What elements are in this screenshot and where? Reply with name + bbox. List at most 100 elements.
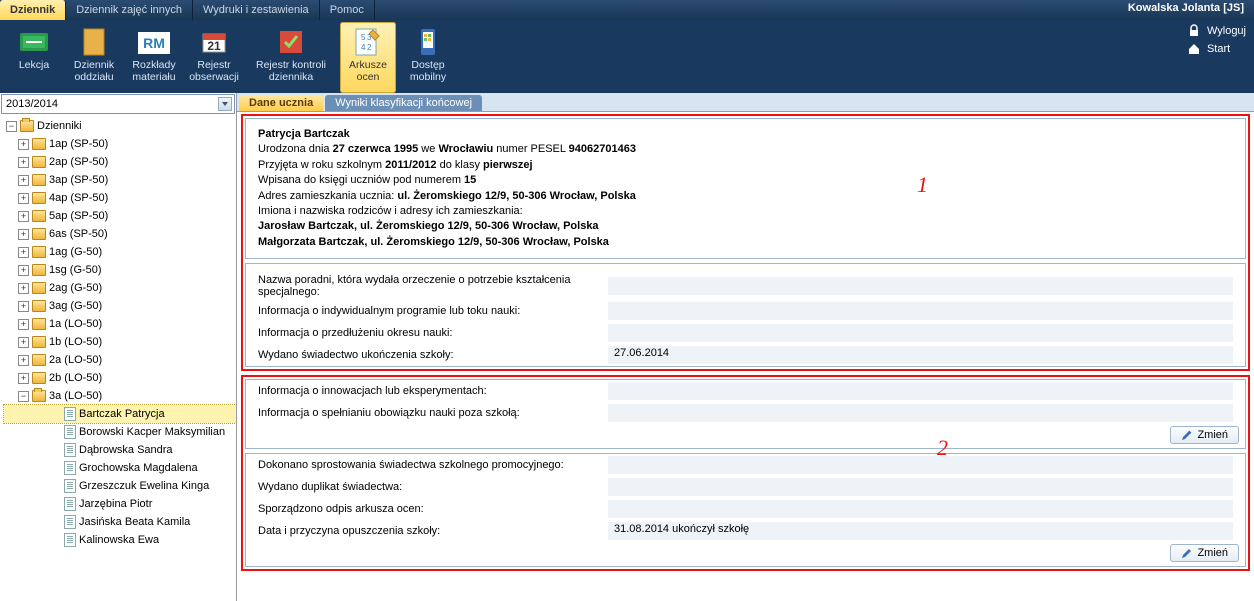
tree-node[interactable]: +1ap (SP-50): [4, 135, 236, 153]
born-prefix: Urodzona dnia: [258, 143, 333, 155]
ribbon-btn-0[interactable]: Lekcja: [6, 22, 62, 93]
student-info-panel: Patrycja Bartczak Urodzona dnia 27 czerw…: [245, 118, 1246, 259]
folder-icon: [32, 336, 46, 348]
school-year-select[interactable]: 2013/2014: [1, 94, 235, 114]
tree-node[interactable]: +5ap (SP-50): [4, 207, 236, 225]
tree-label: Jarzębina Piotr: [79, 498, 152, 510]
born-mid: we: [418, 143, 438, 155]
kv-value: 27.06.2014: [608, 346, 1233, 364]
menu-tab-pomoc[interactable]: Pomoc: [320, 0, 375, 20]
folder-open-icon: [32, 390, 46, 402]
ribbon-btn-1[interactable]: Dziennik oddziału: [66, 22, 122, 93]
ribbon-btn-5[interactable]: 5342Arkusze ocen: [340, 22, 396, 93]
tree-student[interactable]: Jarzębina Piotr: [4, 495, 236, 513]
tree-label: 1ag (G-50): [49, 246, 102, 258]
expand-icon[interactable]: +: [18, 193, 29, 204]
ribbon-btn-6[interactable]: Dostęp mobilny: [400, 22, 456, 93]
tree-node[interactable]: +1b (LO-50): [4, 333, 236, 351]
ribbon-btn-2[interactable]: RMRozkłady materiału: [126, 22, 182, 93]
menu-tab-inne[interactable]: Dziennik zajęć innych: [66, 0, 193, 20]
pencil-icon: [1181, 429, 1193, 441]
folder-icon: [32, 210, 46, 222]
lesson-icon: [18, 26, 50, 58]
ribbon: Lekcja Dziennik oddziałuRMRozkłady materi…: [0, 20, 1254, 93]
page-icon: [64, 497, 76, 511]
folder-open-icon: [20, 120, 34, 132]
expand-icon[interactable]: +: [18, 355, 29, 366]
tree-node[interactable]: +3ap (SP-50): [4, 171, 236, 189]
content-scroll[interactable]: 1 Patrycja Bartczak Urodzona dnia 27 cze…: [237, 112, 1254, 601]
tree-node[interactable]: +2a (LO-50): [4, 351, 236, 369]
expand-icon[interactable]: +: [18, 319, 29, 330]
sidebar: 2013/2014 −Dzienniki+1ap (SP-50)+2ap (SP…: [0, 93, 237, 601]
pencil-icon: [1181, 547, 1193, 559]
expand-icon[interactable]: +: [18, 175, 29, 186]
expand-icon[interactable]: +: [18, 283, 29, 294]
tree-student[interactable]: Bartczak Patrycja: [4, 405, 236, 423]
expand-icon[interactable]: +: [18, 301, 29, 312]
tree-node[interactable]: −3a (LO-50): [4, 387, 236, 405]
edit-button-sec4[interactable]: Zmień: [1170, 544, 1239, 562]
folder-icon: [32, 138, 46, 150]
tree-student[interactable]: Kalinowska Ewa: [4, 531, 236, 549]
tree-student[interactable]: Borowski Kacper Maksymilian: [4, 423, 236, 441]
menu-tab-wydruki[interactable]: Wydruki i zestawienia: [193, 0, 320, 20]
expand-icon[interactable]: +: [18, 211, 29, 222]
tree-student[interactable]: Jasińska Beata Kamila: [4, 513, 236, 531]
edit-button-sec3[interactable]: Zmień: [1170, 426, 1239, 444]
tree-node[interactable]: +3ag (G-50): [4, 297, 236, 315]
expand-icon[interactable]: +: [18, 265, 29, 276]
tree-student[interactable]: Dąbrowska Sandra: [4, 441, 236, 459]
tree-node[interactable]: +1ag (G-50): [4, 243, 236, 261]
expand-icon[interactable]: +: [18, 157, 29, 168]
ribbon-btn-4[interactable]: Rejestr kontroli dziennika: [246, 22, 336, 93]
menu-tab-dziennik[interactable]: Dziennik: [0, 0, 66, 20]
expand-icon[interactable]: +: [18, 337, 29, 348]
kv-key: Sporządzono odpis arkusza ocen:: [258, 503, 608, 515]
subtab-wyniki[interactable]: Wyniki klasyfikacji końcowej: [325, 95, 482, 111]
tree-node[interactable]: +1sg (G-50): [4, 261, 236, 279]
ribbon-btn-label: Lekcja: [19, 60, 49, 72]
start-label: Start: [1207, 43, 1230, 55]
grades-icon: 5342: [352, 26, 384, 58]
expand-icon[interactable]: +: [18, 229, 29, 240]
tree-student[interactable]: Grzeszczuk Ewelina Kinga: [4, 477, 236, 495]
home-icon: [1187, 42, 1201, 56]
book-no: 15: [464, 174, 476, 186]
ribbon-btn-3[interactable]: 21Rejestr obserwacji: [186, 22, 242, 93]
tree-node[interactable]: +6as (SP-50): [4, 225, 236, 243]
admit-year: 2011/2012: [385, 159, 436, 171]
kv-row: Dokonano sprostowania świadectwa szkolne…: [246, 454, 1245, 476]
page-icon: [64, 407, 76, 421]
tree-node[interactable]: +2b (LO-50): [4, 369, 236, 387]
kv-value: [608, 404, 1233, 422]
subtab-dane-ucznia[interactable]: Dane ucznia: [239, 95, 323, 111]
kv-value: [608, 478, 1233, 496]
expand-icon[interactable]: +: [18, 247, 29, 258]
logout-link[interactable]: Wyloguj: [1187, 24, 1246, 38]
expand-icon[interactable]: +: [18, 373, 29, 384]
kv-value: 31.08.2014 ukończył szkołę: [608, 522, 1233, 540]
tree-student[interactable]: Grochowska Magdalena: [4, 459, 236, 477]
tree[interactable]: −Dzienniki+1ap (SP-50)+2ap (SP-50)+3ap (…: [0, 115, 236, 601]
kv-key: Informacja o przedłużeniu okresu nauki:: [258, 327, 608, 339]
register-icon: 21: [198, 26, 230, 58]
collapse-icon[interactable]: −: [18, 391, 29, 402]
tree-node[interactable]: −Dzienniki: [4, 117, 236, 135]
folder-icon: [32, 228, 46, 240]
collapse-icon[interactable]: −: [6, 121, 17, 132]
parent2: Małgorzata Bartczak, ul. Żeromskiego 12/…: [258, 236, 609, 248]
start-link[interactable]: Start: [1187, 42, 1246, 56]
kv-row: Wydano duplikat świadectwa:: [246, 476, 1245, 498]
journal-icon: [78, 26, 110, 58]
edit-button-label: Zmień: [1197, 547, 1228, 559]
subtabs: Dane ucznia Wyniki klasyfikacji końcowej: [237, 93, 1254, 112]
expand-icon[interactable]: +: [18, 139, 29, 150]
tree-node[interactable]: +2ap (SP-50): [4, 153, 236, 171]
content: Dane ucznia Wyniki klasyfikacji końcowej…: [237, 93, 1254, 601]
tree-label: Bartczak Patrycja: [79, 408, 165, 420]
tree-node[interactable]: +4ap (SP-50): [4, 189, 236, 207]
tree-node[interactable]: +2ag (G-50): [4, 279, 236, 297]
tree-node[interactable]: +1a (LO-50): [4, 315, 236, 333]
kv-key: Dokonano sprostowania świadectwa szkolne…: [258, 459, 608, 471]
